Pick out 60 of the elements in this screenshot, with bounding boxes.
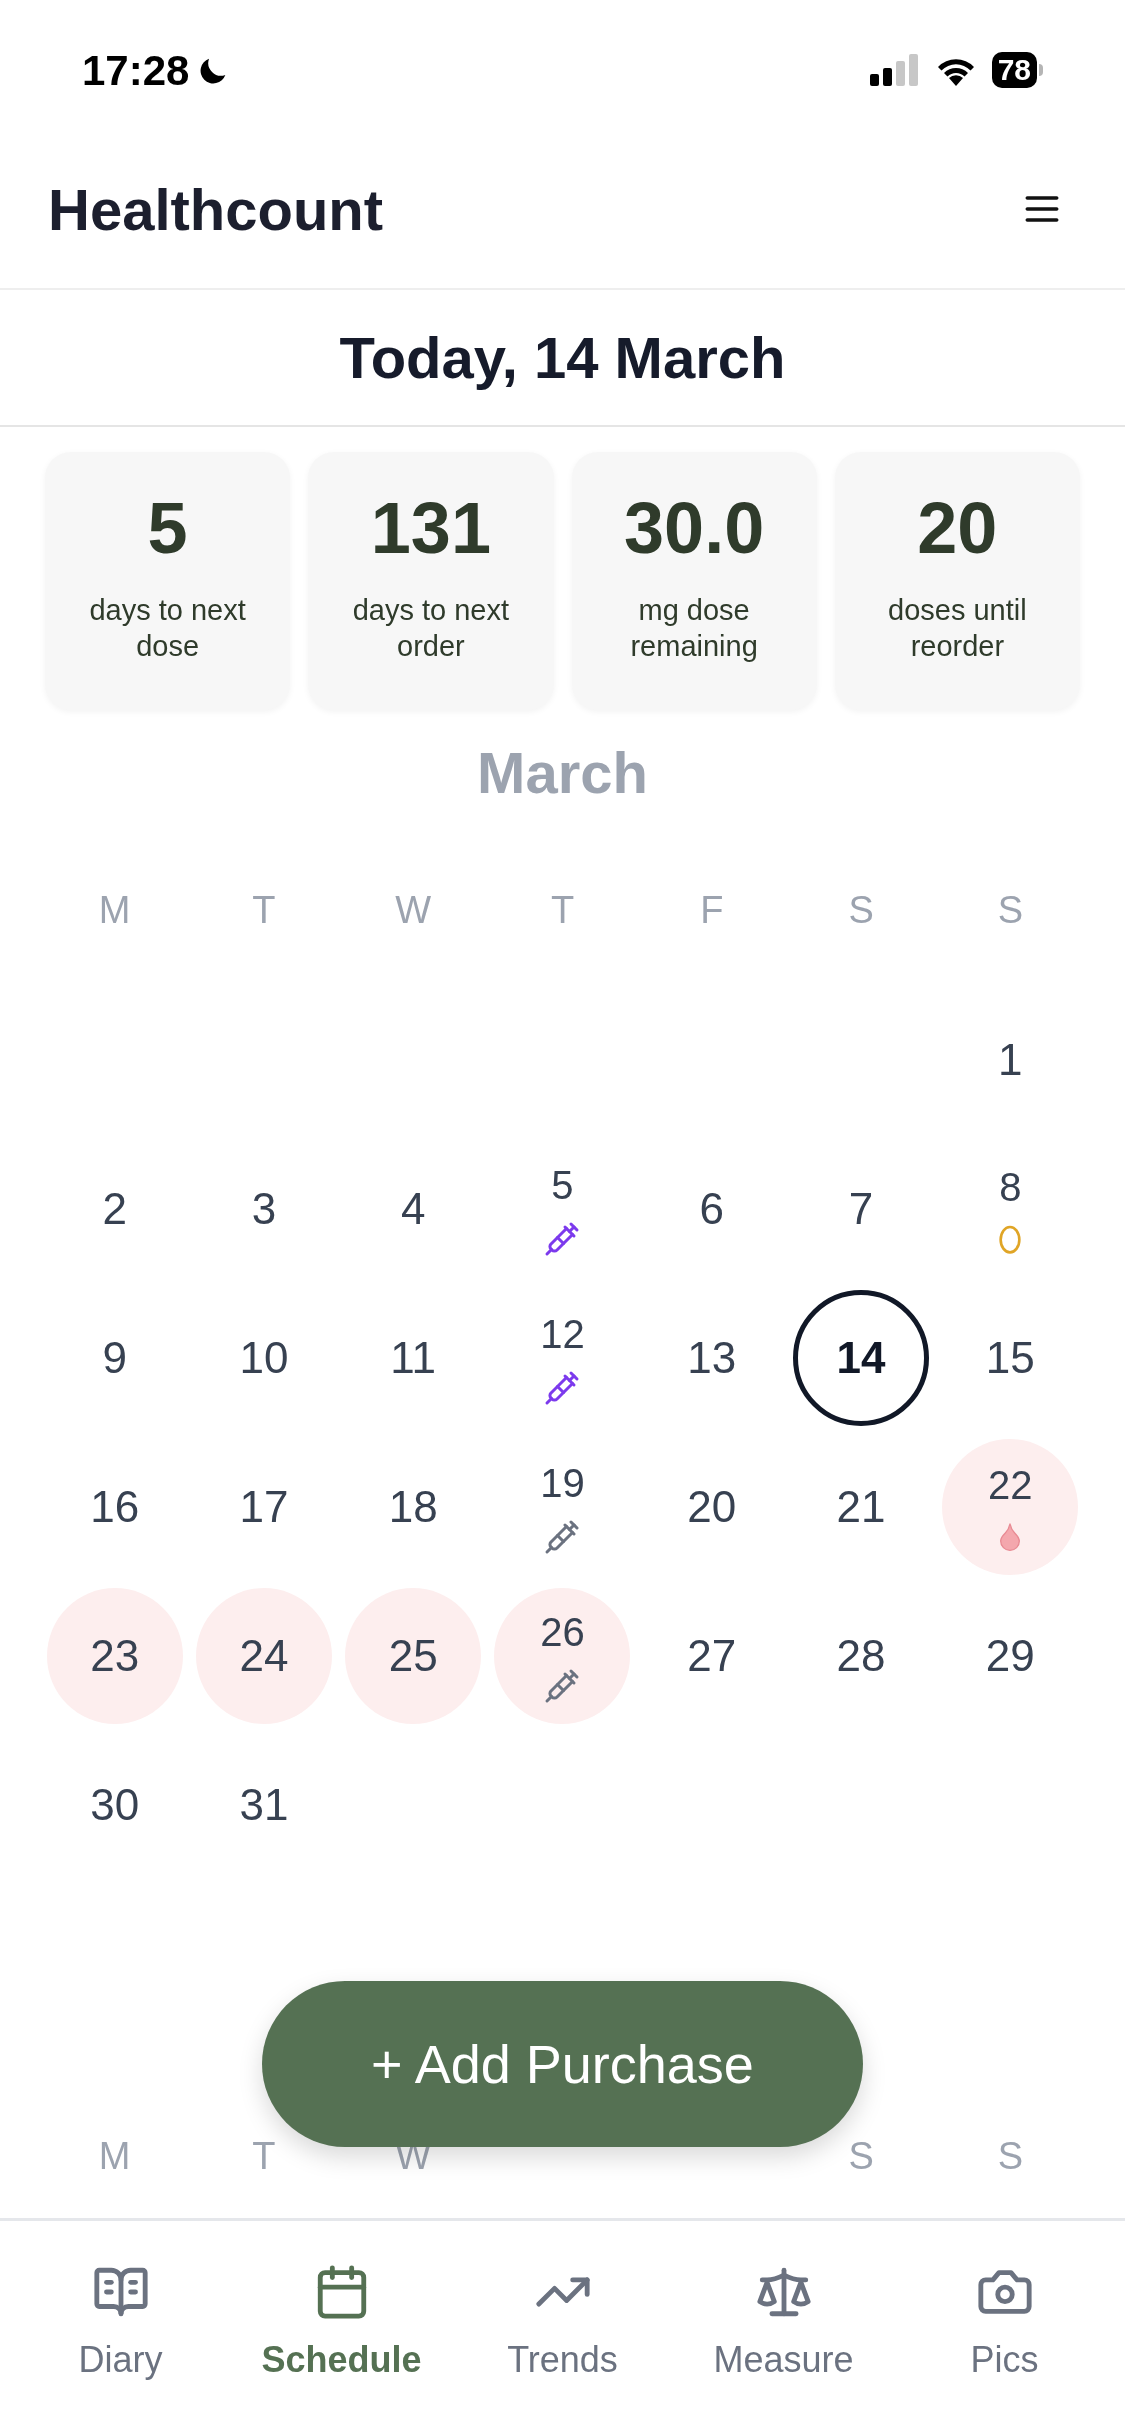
calendar-day[interactable]: 2: [46, 1140, 183, 1277]
month-title: March: [477, 739, 648, 807]
tab-bar-item[interactable]: Measure: [673, 2221, 894, 2436]
stat-label: days to next dose: [88, 593, 247, 664]
weekday-label: S: [848, 887, 874, 933]
stat-value: 20: [917, 492, 998, 564]
calendar-day[interactable]: 12: [494, 1289, 631, 1426]
calendar-day[interactable]: 22: [942, 1438, 1079, 1575]
tab-bar-item[interactable]: Trends: [452, 2221, 673, 2436]
calendar-day[interactable]: 26: [494, 1587, 631, 1724]
calendar-day[interactable]: 8: [942, 1140, 1079, 1277]
calendar-day[interactable]: 28: [793, 1587, 930, 1724]
calendar-day[interactable]: 1: [942, 991, 1079, 1128]
stat-value: 5: [147, 492, 188, 564]
date-title: Today, 14 March: [339, 324, 786, 392]
tab-bar-item[interactable]: Diary: [10, 2221, 231, 2436]
calendar-day[interactable]: 17: [195, 1438, 332, 1575]
calendar-day[interactable]: 30: [46, 1736, 183, 1873]
calendar-day[interactable]: 9: [46, 1289, 183, 1426]
stat-label: days to next order: [351, 593, 511, 664]
calendar-day[interactable]: 6: [643, 1140, 780, 1277]
calendar-day[interactable]: 16: [46, 1438, 183, 1575]
signal-icon: [869, 54, 920, 86]
calendar-day[interactable]: 20: [643, 1438, 780, 1575]
battery-level: 78: [991, 52, 1037, 88]
stat-value: 131: [370, 492, 491, 564]
weekday-label: T: [252, 887, 276, 933]
calendar-day[interactable]: 15: [942, 1289, 1079, 1426]
calendar-day[interactable]: 4: [345, 1140, 482, 1277]
calendar-day[interactable]: 23: [46, 1587, 183, 1724]
calendar-day[interactable]: 29: [942, 1587, 1079, 1724]
stat-label: mg dose remaining: [629, 593, 759, 664]
weekday-label: F: [700, 887, 724, 933]
calendar-day[interactable]: 3: [195, 1140, 332, 1277]
weekday-label: S: [997, 2133, 1024, 2179]
weekday-label: T: [550, 887, 575, 933]
calendar-day[interactable]: 5: [494, 1140, 631, 1277]
calendar-day[interactable]: 18: [345, 1438, 482, 1575]
weekday-label: W: [395, 887, 432, 933]
calendar-day[interactable]: 21: [793, 1438, 930, 1575]
calendar-day[interactable]: 10: [195, 1289, 332, 1426]
status-time: 17:28: [82, 45, 190, 96]
calendar-day[interactable]: 31: [195, 1736, 332, 1873]
stat-label: doses until reorder: [887, 593, 1028, 664]
weekday-label: S: [997, 887, 1024, 933]
calendar-day[interactable]: 24: [195, 1587, 332, 1724]
calendar-day[interactable]: 25: [345, 1587, 482, 1724]
app-title: Healthcount: [48, 175, 384, 244]
calendar-day[interactable]: 27: [643, 1587, 780, 1724]
calendar-day[interactable]: 14: [793, 1289, 930, 1426]
weekday-label: M: [98, 887, 131, 933]
weekday-label: M: [98, 2133, 131, 2179]
calendar-day[interactable]: 11: [345, 1289, 482, 1426]
calendar-day[interactable]: 7: [793, 1140, 930, 1277]
calendar-day[interactable]: 13: [643, 1289, 780, 1426]
calendar-day[interactable]: 19: [494, 1438, 631, 1575]
stat-value: 30.0: [624, 492, 765, 564]
battery-tip: [1039, 64, 1043, 76]
tab-bar-item[interactable]: Schedule: [231, 2221, 452, 2436]
tab-bar-item[interactable]: Pics: [894, 2221, 1115, 2436]
